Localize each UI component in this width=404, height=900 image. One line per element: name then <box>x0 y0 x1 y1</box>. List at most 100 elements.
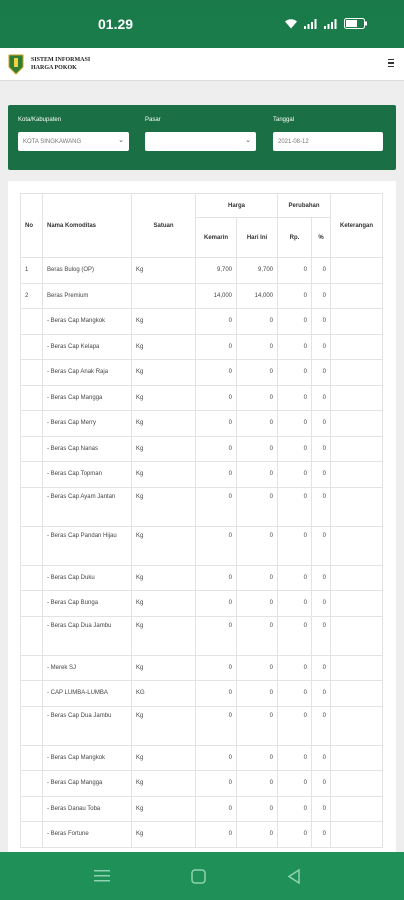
tanggal-input[interactable]: 2021-08-12 <box>273 132 383 151</box>
kota-label: Kota/Kabupaten <box>18 117 62 123</box>
cell-keterangan <box>330 770 383 797</box>
cell-satuan: Kg <box>131 654 196 681</box>
cell-satuan: Kg <box>131 486 196 527</box>
cell-kemarin: 0 <box>195 564 237 591</box>
cell-pct: 0 <box>311 410 331 437</box>
cell-rp: 0 <box>277 333 312 360</box>
cell-pct: 0 <box>311 615 331 656</box>
cell-nama: - Beras Cap Pandan Hijau <box>42 525 132 566</box>
cell-no <box>20 435 43 462</box>
table-row: 1 Beras Bulog (OP) Kg 9,700 9,700 0 0 <box>20 257 383 284</box>
cell-no <box>20 486 43 527</box>
table-row: - Beras Cap Anak Raja Kg 0 0 0 0 <box>20 359 383 386</box>
cell-nama: - Beras Cap Kelapa <box>42 333 132 360</box>
kota-select[interactable]: KOTA SINGKAWANG ⌄ <box>18 132 129 151</box>
cell-satuan: Kg <box>131 435 196 462</box>
cell-kemarin: 0 <box>195 525 237 566</box>
hamburger-menu-icon[interactable] <box>388 59 394 68</box>
cell-satuan: Kg <box>131 795 196 822</box>
cell-satuan: Kg <box>131 461 196 488</box>
brand-line2: HARGA POKOK <box>31 65 77 71</box>
cell-keterangan <box>330 590 383 617</box>
cell-keterangan <box>330 525 383 566</box>
tanggal-input-value: 2021-08-12 <box>278 138 309 145</box>
cell-satuan: Kg <box>131 384 196 411</box>
cell-kemarin: 0 <box>195 486 237 527</box>
cell-hari-ini: 0 <box>236 744 278 771</box>
header-satuan: Satuan <box>131 193 196 258</box>
cell-nama: - Beras Fortune <box>42 821 132 848</box>
cell-hari-ini: 0 <box>236 410 278 437</box>
cell-hari-ini: 0 <box>236 821 278 848</box>
cell-pct: 0 <box>311 705 331 746</box>
cell-kemarin: 9,700 <box>195 257 237 284</box>
cell-satuan: Kg <box>131 744 196 771</box>
cell-nama: - Beras Cap Dua Jambu <box>42 705 132 746</box>
menu-icon[interactable] <box>94 869 110 883</box>
cell-hari-ini: 0 <box>236 461 278 488</box>
table-row: - Beras Cap Kelapa Kg 0 0 0 0 <box>20 333 383 360</box>
cell-kemarin: 0 <box>195 308 237 335</box>
cell-nama: - Beras Cap Anak Raja <box>42 359 132 386</box>
cell-nama: - Beras Cap Bunga <box>42 590 132 617</box>
cell-hari-ini: 0 <box>236 525 278 566</box>
cell-rp: 0 <box>277 525 312 566</box>
cell-no <box>20 564 43 591</box>
header-nama: Nama Komoditas <box>42 193 132 258</box>
cell-keterangan <box>330 821 383 848</box>
cell-kemarin: 0 <box>195 435 237 462</box>
header-hari-ini: Hari Ini <box>236 217 278 258</box>
cell-satuan <box>131 282 196 309</box>
cell-no: 2 <box>20 282 43 309</box>
cell-nama: - Beras Cap Ayam Jantan <box>42 486 132 527</box>
table-row: - Beras Cap Dua Jambu Kg 0 0 0 0 <box>20 705 383 746</box>
home-icon[interactable] <box>191 869 206 884</box>
cell-pct: 0 <box>311 282 331 309</box>
cell-rp: 0 <box>277 590 312 617</box>
cell-no <box>20 590 43 617</box>
cell-no <box>20 705 43 746</box>
cell-rp: 0 <box>277 359 312 386</box>
cell-satuan: Kg <box>131 333 196 360</box>
cell-nama: - Merek SJ <box>42 654 132 681</box>
cell-pct: 0 <box>311 821 331 848</box>
cell-no <box>20 384 43 411</box>
cell-pct: 0 <box>311 333 331 360</box>
cell-satuan: Kg <box>131 770 196 797</box>
cell-rp: 0 <box>277 282 312 309</box>
cell-pct: 0 <box>311 744 331 771</box>
cell-kemarin: 0 <box>195 410 237 437</box>
cell-kemarin: 0 <box>195 680 237 707</box>
table-row: - Beras Cap Dua Jambu Kg 0 0 0 0 <box>20 615 383 656</box>
cell-nama: - Beras Cap Mangga <box>42 384 132 411</box>
cell-satuan: Kg <box>131 590 196 617</box>
table-row: - Beras Cap Mangkok Kg 0 0 0 0 <box>20 308 383 335</box>
cell-hari-ini: 0 <box>236 590 278 617</box>
cell-satuan: Kg <box>131 410 196 437</box>
table-row: - Beras Cap Nanas Kg 0 0 0 0 <box>20 435 383 462</box>
cell-keterangan <box>330 308 383 335</box>
cell-rp: 0 <box>277 821 312 848</box>
cell-nama: - Beras Cap Dua Jambu <box>42 615 132 656</box>
cell-hari-ini: 0 <box>236 384 278 411</box>
table-row: 2 Beras Premium 14,000 14,000 0 0 <box>20 282 383 309</box>
cell-no <box>20 410 43 437</box>
pasar-select[interactable]: ⌄ <box>145 132 256 151</box>
cell-satuan: Kg <box>131 257 196 284</box>
wifi-icon <box>285 19 297 29</box>
cell-hari-ini: 0 <box>236 795 278 822</box>
cell-rp: 0 <box>277 654 312 681</box>
table-row: - Beras Fortune Kg 0 0 0 0 <box>20 821 383 848</box>
cell-kemarin: 0 <box>195 770 237 797</box>
signal-icon <box>304 18 317 29</box>
back-icon[interactable] <box>287 869 301 884</box>
cell-keterangan <box>330 257 383 284</box>
cell-rp: 0 <box>277 461 312 488</box>
cell-pct: 0 <box>311 654 331 681</box>
table-row: - Beras Cap Duku Kg 0 0 0 0 <box>20 564 383 591</box>
status-bar: 01.29 <box>0 0 404 48</box>
brand-title[interactable]: SISTEM INFORMASI HARGA POKOK <box>31 56 90 72</box>
cell-nama: - Beras Cap Topman <box>42 461 132 488</box>
cell-hari-ini: 0 <box>236 615 278 656</box>
cell-pct: 0 <box>311 525 331 566</box>
